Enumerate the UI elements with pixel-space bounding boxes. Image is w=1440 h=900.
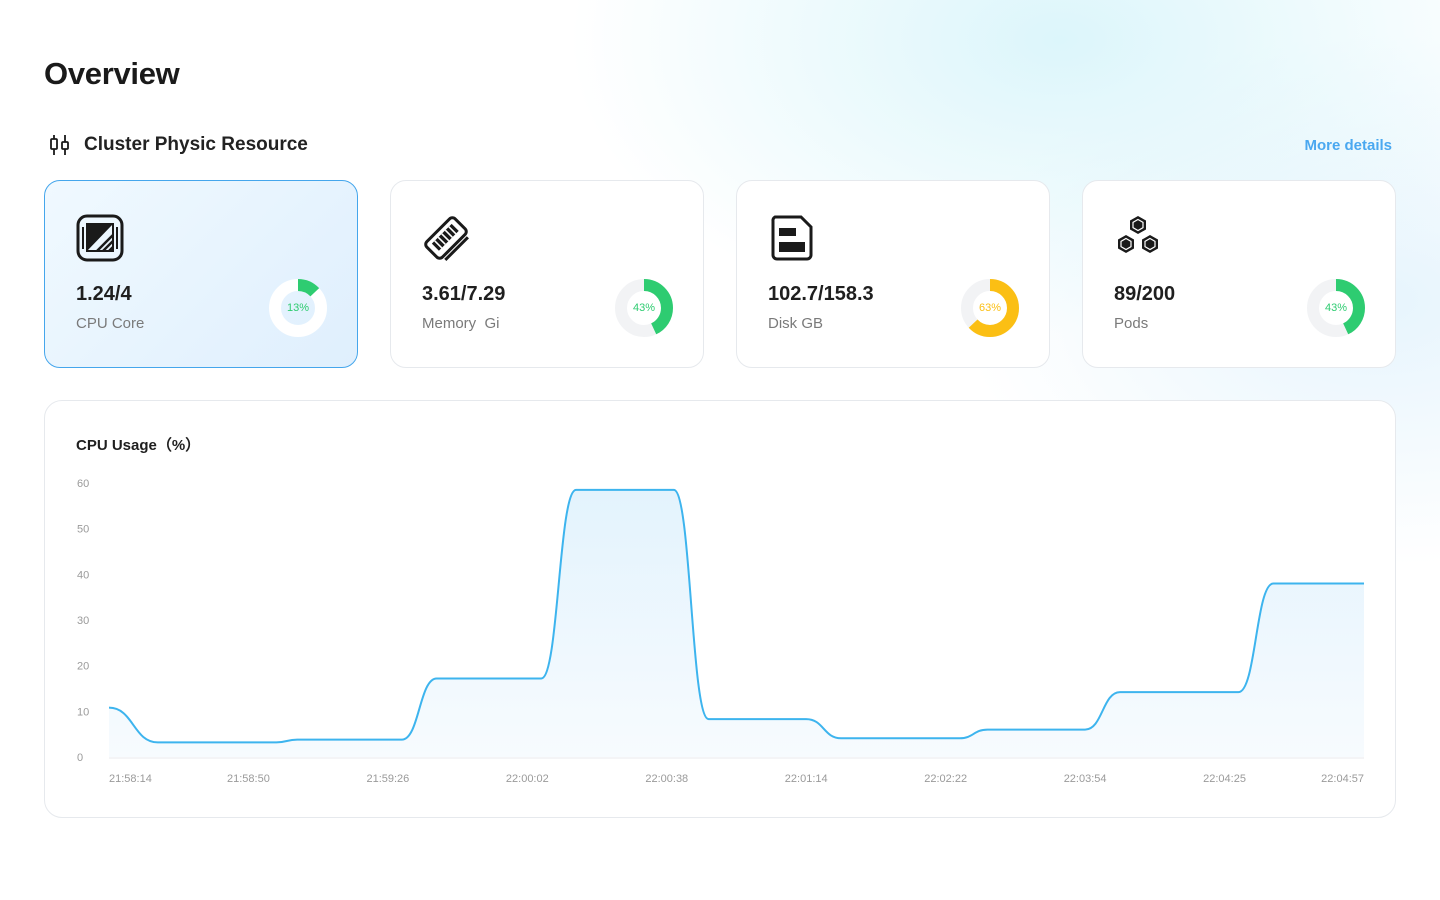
memory-stick-icon [421, 213, 471, 263]
memory-percent-label: 43% [632, 302, 656, 314]
disk-icon [767, 213, 817, 263]
x-tick-label: 22:00:38 [645, 773, 688, 785]
cpu-card[interactable]: 1.24/4 CPU Core 13% [44, 180, 358, 368]
memory-value: 3.61/7.29 [422, 283, 506, 305]
pods-card[interactable]: 89/200 Pods 43% [1082, 180, 1396, 368]
x-tick-label: 21:58:50 [227, 773, 270, 785]
disk-percent-label: 63% [978, 302, 1002, 314]
candlestick-icon [48, 133, 72, 157]
cpu-usage-donut: 13% [269, 279, 327, 337]
section-header: Cluster Physic Resource More details [48, 130, 1392, 160]
disk-card[interactable]: 102.7/158.3 Disk GB 63% [736, 180, 1050, 368]
cpu-label: CPU Core [76, 315, 145, 332]
x-tick-label: 22:03:54 [1064, 773, 1107, 785]
overview-page: Overview Cluster Physic Resource More de… [0, 0, 1440, 900]
disk-usage-donut: 63% [961, 279, 1019, 337]
memory-label: Memory Gi [422, 315, 500, 332]
section-title: Cluster Physic Resource [84, 134, 308, 155]
x-tick-label: 22:04:25 [1203, 773, 1246, 785]
pods-label: Pods [1114, 315, 1149, 332]
hexagon-cluster-icon [1113, 213, 1163, 263]
cpu-usage-chart: 0 10 20 30 40 50 60 21:58:14 21:58:50 21:59:26 22:… [77, 478, 1364, 785]
x-tick-label: 22:02:22 [924, 773, 967, 785]
cpu-usage-area [109, 489, 1364, 757]
y-tick-label: 10 [77, 706, 89, 718]
pods-percent-label: 43% [1324, 302, 1348, 314]
disk-value: 102.7/158.3 [768, 283, 874, 305]
x-tick-label: 21:59:26 [366, 773, 409, 785]
memory-card[interactable]: 3.61/7.29 Memory Gi 43% [390, 180, 704, 368]
y-tick-label: 30 [77, 615, 89, 627]
y-tick-label: 40 [77, 569, 89, 581]
y-tick-label: 60 [77, 478, 89, 490]
y-tick-label: 50 [77, 524, 89, 536]
x-tick-label: 22:00:02 [506, 773, 549, 785]
y-tick-label: 0 [77, 752, 83, 764]
resource-cards: 1.24/4 CPU Core 13% 3.61/7.29 Memory Gi … [44, 180, 1396, 368]
more-details-link[interactable]: More details [1304, 137, 1392, 154]
y-tick-label: 20 [77, 661, 89, 673]
pods-value: 89/200 [1114, 283, 1176, 305]
x-tick-label: 21:58:14 [109, 773, 152, 785]
pods-usage-donut: 43% [1307, 279, 1365, 337]
memory-usage-donut: 43% [615, 279, 673, 337]
disk-label: Disk GB [768, 315, 824, 332]
cpu-value: 1.24/4 [76, 283, 132, 305]
cpu-percent-label: 13% [286, 302, 310, 314]
cpu-usage-chart-card: CPU Usage（%） 0 10 20 30 40 50 60 21:58:14 21:58:… [44, 400, 1396, 818]
page-title: Overview [44, 56, 180, 91]
cpu-chip-icon [75, 213, 125, 263]
x-tick-label: 22:01:14 [785, 773, 828, 785]
x-tick-label: 22:04:57 [1321, 773, 1364, 785]
